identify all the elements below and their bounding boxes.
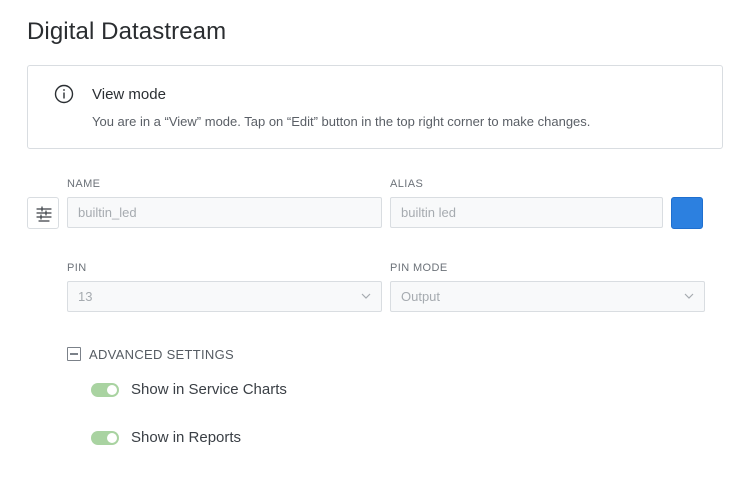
reports-switch[interactable] xyxy=(91,430,119,445)
pin-label: PIN xyxy=(67,262,87,274)
info-icon xyxy=(54,84,74,104)
chevron-down-icon xyxy=(361,293,371,299)
service-charts-setting: Show in Service Charts xyxy=(91,381,287,398)
pin-mode-label: PIN MODE xyxy=(390,262,448,274)
chevron-down-icon xyxy=(684,293,694,299)
switch-knob xyxy=(107,384,117,395)
sliders-icon xyxy=(36,206,52,222)
pin-select[interactable]: 13 xyxy=(67,281,382,312)
advanced-settings-label: ADVANCED SETTINGS xyxy=(89,346,234,362)
color-picker-button[interactable] xyxy=(671,197,703,229)
datastream-icon-button[interactable] xyxy=(27,197,59,229)
name-input[interactable]: builtin_led xyxy=(67,197,382,228)
pin-value: 13 xyxy=(78,289,93,304)
service-charts-switch[interactable] xyxy=(91,382,119,397)
name-label: NAME xyxy=(67,178,101,190)
reports-setting: Show in Reports xyxy=(91,429,241,446)
notice-title: View mode xyxy=(92,86,166,103)
advanced-settings-toggle[interactable]: ADVANCED SETTINGS xyxy=(67,346,234,362)
service-charts-label: Show in Service Charts xyxy=(131,381,287,398)
view-mode-notice: View mode You are in a “View” mode. Tap … xyxy=(27,65,723,149)
pin-mode-value: Output xyxy=(401,289,441,304)
reports-label: Show in Reports xyxy=(131,429,242,446)
alias-input[interactable]: builtin led xyxy=(390,197,663,228)
datastream-page: Digital Datastream View mode You are in … xyxy=(0,0,751,486)
page-title: Digital Datastream xyxy=(27,18,227,45)
collapse-icon xyxy=(67,347,81,361)
alias-label: ALIAS xyxy=(390,178,424,190)
switch-knob xyxy=(107,432,117,443)
pin-mode-select[interactable]: Output xyxy=(390,281,705,312)
notice-text: You are in a “View” mode. Tap on “Edit” … xyxy=(92,114,591,129)
